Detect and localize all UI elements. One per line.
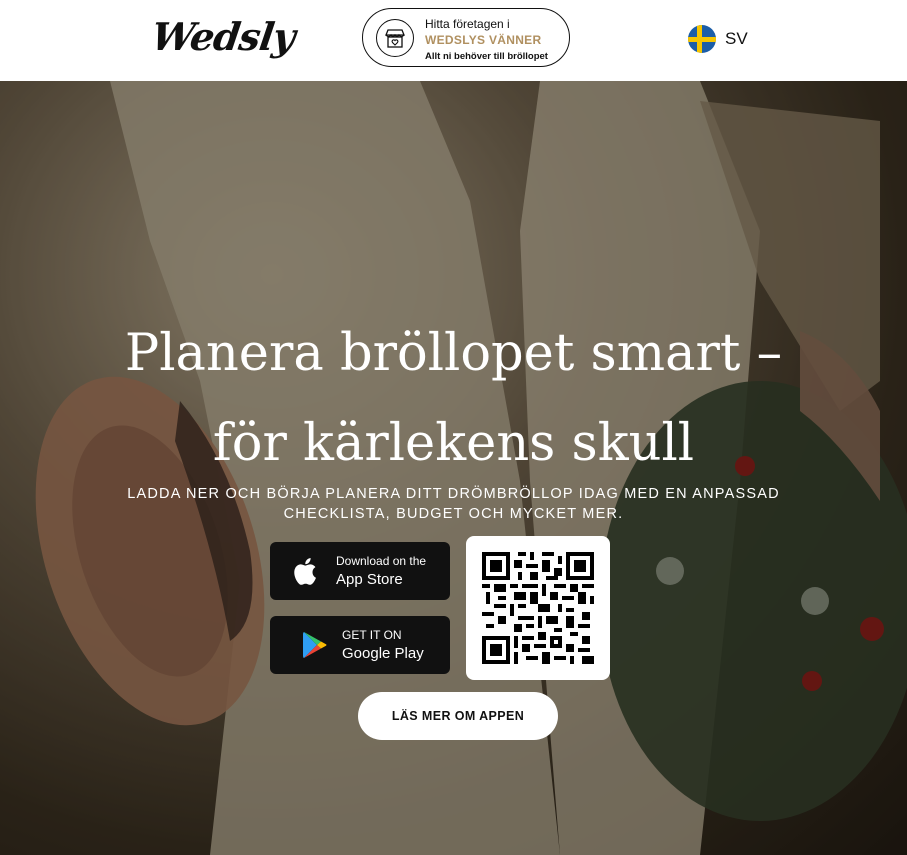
hero-subtitle: LADDA NER OCH BÖRJA PLANERA DITT DRÖMBRÖ… (127, 486, 780, 522)
app-store-button[interactable]: Download on the App Store (270, 542, 450, 600)
vendors-line3: Allt ni behöver till bröllopet (425, 51, 548, 62)
qr-code (482, 552, 594, 664)
google-play-big-label: Google Play (342, 645, 424, 662)
hero-title: Planera bröllopet smart – för kärlekens … (124, 324, 783, 473)
wedsly-logo[interactable]: Wedsly (149, 14, 298, 59)
language-label: SV (725, 29, 748, 48)
read-more-button[interactable]: LÄS MER OM APPEN (358, 692, 558, 740)
vendors-line2: WEDSLYS VÄNNER (425, 33, 542, 47)
language-selector[interactable]: SV (688, 24, 748, 54)
app-store-small-label: Download on the (336, 554, 427, 568)
google-play-button[interactable]: GET IT ON Google Play (270, 616, 450, 674)
qr-code-card (466, 536, 610, 680)
vendors-link[interactable]: Hitta företagen i WEDSLYS VÄNNER Allt ni… (362, 8, 570, 67)
google-play-icon (303, 632, 327, 658)
apple-icon (294, 558, 316, 585)
shop-icon (376, 19, 414, 57)
swedish-flag-icon (688, 25, 716, 53)
google-play-small-label: GET IT ON (342, 628, 402, 642)
vendors-line1: Hitta företagen i (425, 17, 510, 31)
header: Wedsly Hitta företagen i WEDSLYS VÄNNER … (0, 0, 907, 81)
app-store-big-label: App Store (336, 571, 403, 588)
hero-section: Planera bröllopet smart – för kärlekens … (0, 81, 907, 855)
